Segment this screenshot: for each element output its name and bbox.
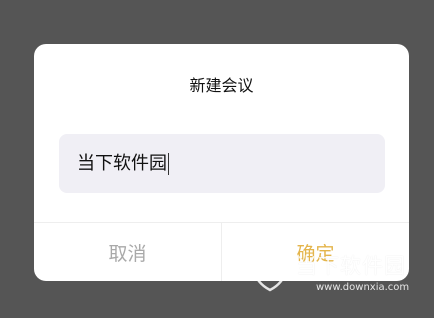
cancel-button[interactable]: 取消	[34, 223, 222, 281]
meeting-name-input[interactable]: 当下软件园	[59, 134, 385, 193]
watermark-url: www.downxia.com	[316, 282, 410, 293]
meeting-name-value: 当下软件园	[77, 152, 167, 174]
watermark: 当下软件园 www.downxia.com	[244, 244, 419, 304]
watermark-brand: 当下软件园	[296, 254, 406, 278]
watermark-logo-icon	[252, 250, 288, 292]
text-caret	[168, 152, 169, 175]
dialog-title: 新建会议	[189, 76, 254, 95]
